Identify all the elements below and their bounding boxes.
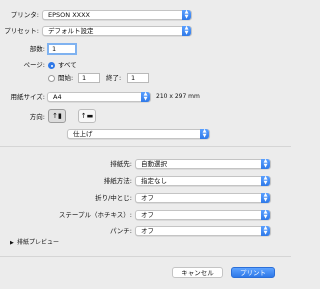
fold-popup[interactable]: オフ ▲ ▼	[135, 193, 271, 203]
pages-to-label: 終了:	[106, 74, 122, 82]
chevron-updown-icon: ▲ ▼	[261, 226, 270, 236]
pages-all-radio[interactable]	[48, 62, 55, 69]
copies-input[interactable]: 1	[47, 43, 77, 55]
section-separator	[0, 146, 291, 147]
chevron-updown-icon: ▲ ▼	[261, 193, 270, 203]
output-preview-toggle[interactable]: 排紙プレビュー	[17, 238, 59, 248]
output-method-popup[interactable]: 指定なし ▲ ▼	[135, 176, 271, 186]
landscape-orientation-button[interactable]: ↑▬	[78, 109, 96, 123]
preset-label: プリセット:	[4, 27, 39, 35]
chevron-updown-icon: ▲ ▼	[182, 26, 191, 36]
pages-range-radio[interactable]	[48, 75, 55, 82]
paper-dimensions: 210 x 297 mm	[156, 93, 200, 100]
output-method-value: 指定なし	[141, 177, 167, 185]
disclosure-triangle-icon[interactable]: ▶	[10, 238, 14, 248]
preset-popup[interactable]: デフォルト設定 ▲ ▼	[42, 26, 192, 36]
printer-value: EPSON XXXX	[48, 11, 91, 19]
chevron-updown-icon: ▲ ▼	[261, 176, 270, 186]
printer-popup[interactable]: EPSON XXXX ▲ ▼	[42, 10, 192, 20]
fold-label: 折り/中とじ:	[95, 194, 132, 202]
chevron-updown-icon: ▲ ▼	[261, 210, 270, 220]
staple-label: ステープル（ホチキス）:	[58, 211, 132, 219]
portrait-orientation-button[interactable]: ↑▮	[48, 109, 66, 123]
paper-size-popup[interactable]: A4 ▲ ▼	[47, 92, 151, 102]
punch-label: パンチ:	[109, 227, 132, 235]
output-method-label: 排紙方法:	[103, 177, 132, 185]
punch-popup[interactable]: オフ ▲ ▼	[135, 226, 271, 236]
chevron-updown-icon: ▲ ▼	[182, 10, 191, 20]
section-value: 仕上げ	[73, 130, 93, 138]
output-tray-value: 自動選択	[141, 160, 167, 168]
chevron-updown-icon: ▲ ▼	[261, 159, 270, 169]
staple-popup[interactable]: オフ ▲ ▼	[135, 210, 271, 220]
print-button[interactable]: プリント	[231, 267, 275, 278]
pages-from-input[interactable]: 1	[78, 73, 100, 83]
printer-label: プリンタ:	[10, 11, 39, 19]
landscape-person-icon: ↑▬	[80, 112, 94, 120]
section-popup[interactable]: 仕上げ ▲ ▼	[67, 129, 210, 139]
pages-from-label: 開始:	[58, 74, 74, 82]
staple-value: オフ	[141, 211, 154, 219]
footer-separator	[0, 256, 291, 257]
output-tray-label: 排紙先:	[110, 160, 132, 168]
pages-all-label: すべて	[58, 61, 77, 69]
paper-size-label: 用紙サイズ:	[10, 93, 46, 101]
pages-to-input[interactable]: 1	[127, 73, 149, 83]
portrait-person-icon: ↑▮	[52, 112, 62, 120]
chevron-updown-icon: ▲ ▼	[200, 129, 209, 139]
pages-label: ページ:	[23, 61, 45, 69]
orientation-label: 方向:	[29, 113, 45, 121]
preset-value: デフォルト設定	[48, 27, 94, 35]
chevron-updown-icon: ▲ ▼	[141, 92, 150, 102]
cancel-button[interactable]: キャンセル	[172, 267, 223, 278]
fold-value: オフ	[141, 194, 154, 202]
punch-value: オフ	[141, 227, 154, 235]
copies-label: 部数:	[29, 45, 45, 53]
output-tray-popup[interactable]: 自動選択 ▲ ▼	[135, 159, 271, 169]
paper-size-value: A4	[53, 93, 62, 101]
